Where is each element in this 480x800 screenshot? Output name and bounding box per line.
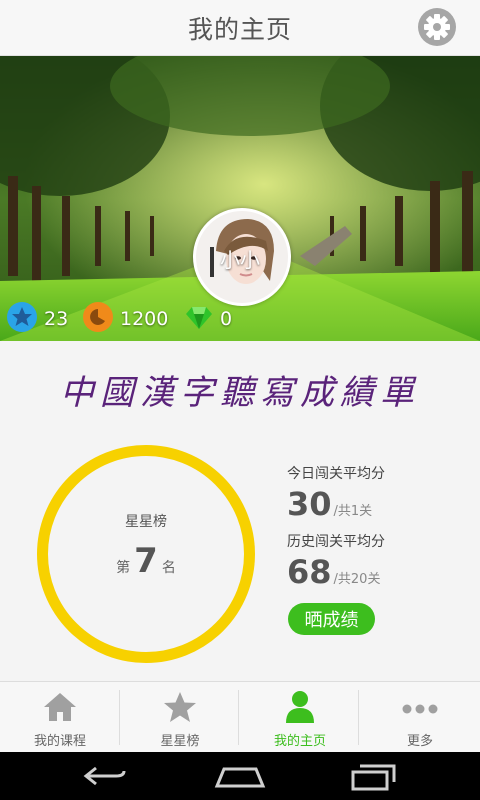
today-score-value: 30	[287, 485, 332, 523]
diamonds-stat: 0	[184, 302, 232, 336]
today-score: 今日闯关平均分 30/共1关	[287, 463, 467, 523]
history-score-label: 历史闯关平均分	[287, 534, 385, 550]
rank-ring: 星星榜 第7名	[37, 445, 255, 663]
home-nav-icon[interactable]	[214, 766, 266, 788]
gear-icon[interactable]	[418, 8, 456, 46]
tab-my-homepage[interactable]: 我的主页	[240, 682, 360, 753]
star-badge-icon	[6, 301, 38, 337]
tab-my-courses[interactable]: 我的课程	[0, 682, 120, 753]
diamonds-value: 0	[220, 308, 233, 330]
title-bar: 我的主页	[0, 0, 480, 56]
tab-label: 星星榜	[160, 734, 200, 749]
recents-icon[interactable]	[350, 762, 398, 792]
stats-row: 23 1200 0	[0, 300, 480, 338]
rank-prefix: 第	[116, 560, 131, 576]
tab-label: 更多	[406, 734, 433, 749]
back-icon[interactable]	[82, 764, 128, 788]
stars-stat: 23	[6, 302, 68, 336]
diamond-icon	[184, 302, 214, 336]
bottom-tab-bar: 我的课程 星星榜 我的主页 更多	[0, 681, 480, 753]
tab-divider	[358, 690, 359, 745]
profile-banner: 小小	[0, 56, 480, 341]
rank-suffix: 名	[161, 560, 176, 576]
coins-stat: 1200	[82, 302, 168, 336]
tab-more[interactable]: 更多	[360, 682, 480, 753]
coin-icon	[82, 301, 114, 337]
system-nav-bar	[0, 752, 480, 800]
tab-label: 我的课程	[33, 734, 86, 749]
scores-panel: 今日闯关平均分 30/共1关 历史闯关平均分 68/共20关	[287, 463, 467, 591]
star-icon	[164, 692, 196, 722]
tab-divider	[238, 690, 239, 745]
tab-star-ranking[interactable]: 星星榜	[120, 682, 240, 753]
person-icon	[286, 691, 314, 723]
more-icon	[402, 704, 438, 714]
coins-value: 1200	[120, 308, 169, 330]
rank-number: 7	[134, 541, 158, 581]
page-title: 我的主页	[187, 15, 292, 44]
tab-label: 我的主页	[273, 734, 326, 749]
today-score-label: 今日闯关平均分	[287, 466, 385, 482]
history-score: 历史闯关平均分 68/共20关	[287, 531, 467, 591]
stars-value: 23	[44, 308, 69, 330]
ring-label: 星星榜	[125, 514, 167, 530]
rank-display: 第7名	[48, 541, 244, 581]
today-score-sub: /共1关	[333, 504, 373, 519]
share-score-button[interactable]: 晒成绩	[288, 603, 375, 635]
report-title: 中國漢字聽寫成績單	[60, 373, 420, 413]
home-icon	[44, 693, 76, 721]
history-score-sub: /共20关	[333, 572, 381, 587]
history-score-value: 68	[287, 553, 332, 591]
nickname: 小小	[220, 248, 260, 272]
